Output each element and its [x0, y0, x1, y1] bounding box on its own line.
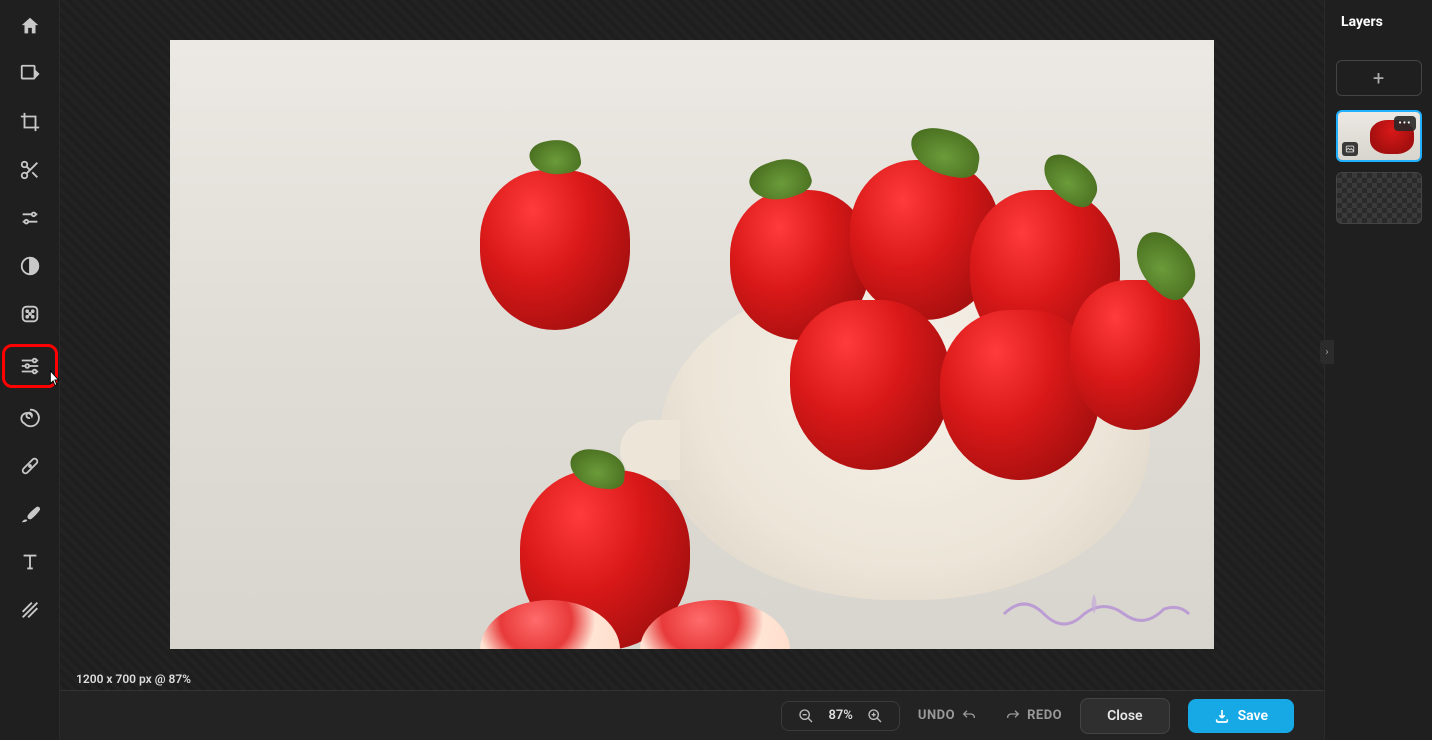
home-tool[interactable] — [8, 8, 52, 44]
redo-button[interactable]: REDO — [1005, 708, 1062, 724]
sliders-icon — [19, 207, 41, 229]
adjust-tool[interactable] — [8, 200, 52, 236]
layer-thumbnail[interactable] — [1336, 172, 1422, 224]
close-button[interactable]: Close — [1080, 698, 1169, 734]
scissors-icon — [19, 159, 41, 181]
layers-title: Layers — [1341, 14, 1383, 30]
left-toolbar — [0, 0, 60, 740]
redo-icon — [1005, 708, 1021, 724]
crop-tool[interactable] — [8, 104, 52, 140]
layers-panel: Layers + ••• — [1324, 0, 1432, 740]
effect-tool[interactable] — [8, 296, 52, 332]
history-controls: UNDO REDO — [918, 708, 1062, 724]
canvas[interactable] — [170, 40, 1214, 649]
element-tool[interactable] — [8, 592, 52, 628]
download-icon — [1214, 708, 1230, 724]
filter-icon — [19, 355, 41, 377]
canvas-status: 1200 x 700 px @ 87% — [76, 672, 191, 686]
text-tool[interactable] — [8, 544, 52, 580]
contrast-icon — [19, 255, 41, 277]
ai-tool[interactable] — [8, 248, 52, 284]
image-layer-icon — [1342, 142, 1358, 156]
panel-collapse-handle[interactable]: › — [1320, 340, 1334, 364]
cutout-tool[interactable] — [8, 152, 52, 188]
spiral-icon — [19, 407, 41, 429]
layer-menu-icon[interactable]: ••• — [1394, 116, 1415, 131]
hatch-icon — [19, 599, 41, 621]
liquify-tool[interactable] — [8, 400, 52, 436]
undo-icon — [961, 708, 977, 724]
retouch-tool[interactable] — [8, 448, 52, 484]
zoom-in-icon[interactable] — [867, 708, 883, 724]
filter-tool[interactable] — [2, 344, 58, 388]
home-icon — [19, 15, 41, 37]
zoom-controls: 87% — [781, 701, 899, 731]
draw-tool[interactable] — [8, 496, 52, 532]
bandage-icon — [19, 455, 41, 477]
crop-icon — [19, 111, 41, 133]
zoom-out-icon[interactable] — [798, 708, 814, 724]
layer-thumbnail[interactable]: ••• — [1336, 110, 1422, 162]
effect-icon — [19, 303, 41, 325]
arrange-tool[interactable] — [8, 56, 52, 92]
arrange-icon — [19, 63, 41, 85]
undo-button[interactable]: UNDO — [918, 708, 977, 724]
add-layer-button[interactable]: + — [1336, 60, 1422, 96]
text-icon — [19, 551, 41, 573]
canvas-area — [60, 0, 1324, 690]
brush-icon — [19, 503, 41, 525]
zoom-value[interactable]: 87% — [828, 708, 852, 723]
watermark — [994, 579, 1194, 629]
bottom-bar: 87% UNDO REDO Close Save — [60, 690, 1324, 740]
save-button[interactable]: Save — [1188, 699, 1294, 733]
